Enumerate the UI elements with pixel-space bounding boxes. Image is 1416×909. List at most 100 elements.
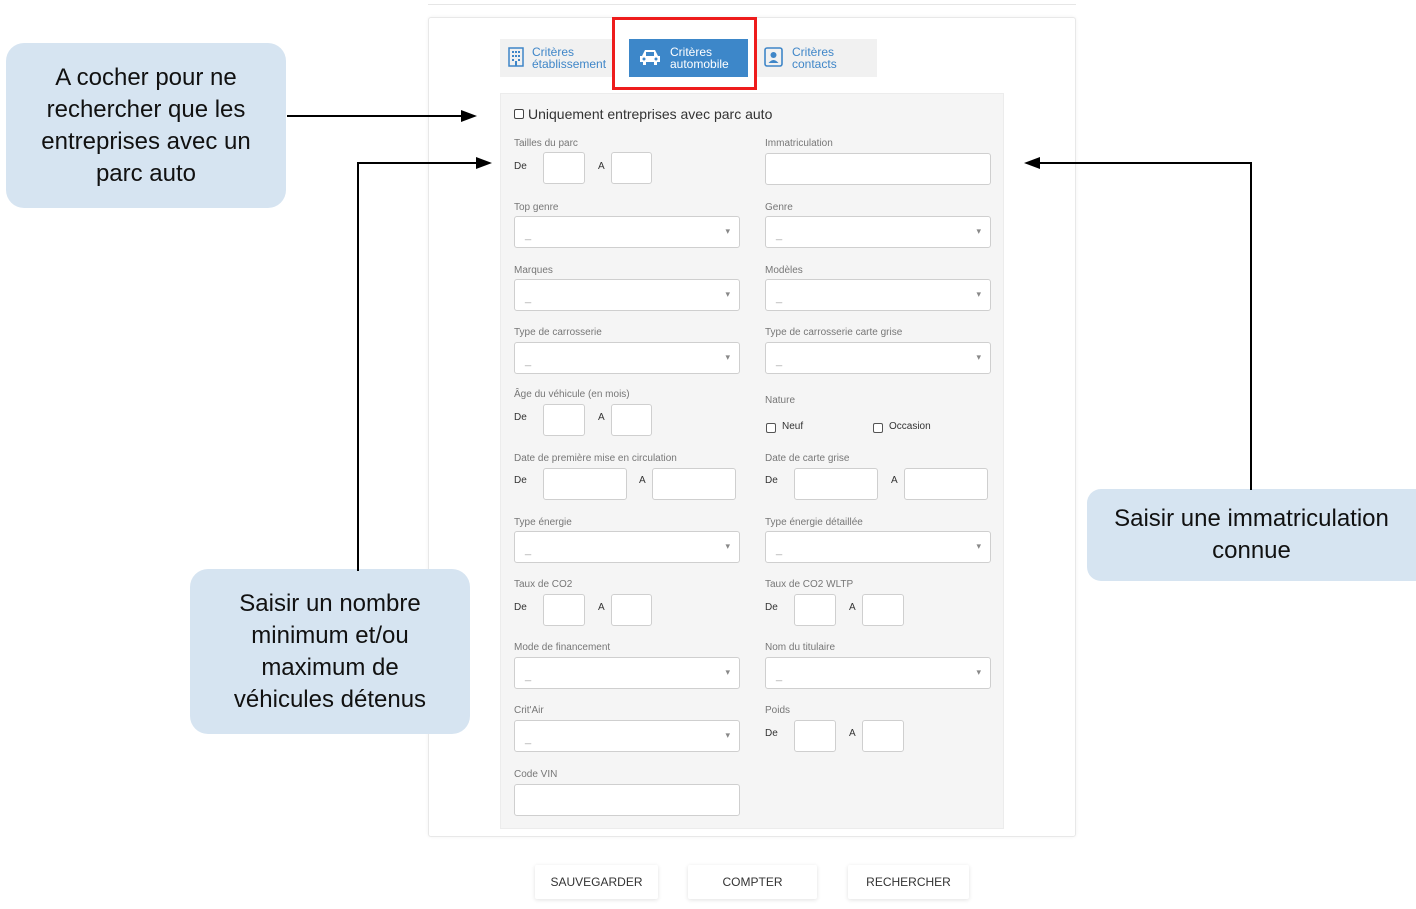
nature-new-label: Neuf <box>782 421 804 432</box>
body-type-select[interactable]: _ ▾ <box>514 342 740 374</box>
critair-label: Crit'Air <box>514 705 544 716</box>
tab-label-line2: contacts <box>792 57 837 71</box>
arrow-line <box>1040 162 1252 164</box>
chevron-down-icon: ▾ <box>725 541 730 551</box>
nature-new-checkbox[interactable] <box>766 423 776 433</box>
building-icon <box>508 47 524 69</box>
fleet-size-label: Tailles du parc <box>514 138 578 149</box>
chevron-down-icon: ▾ <box>976 541 981 551</box>
weight-label: Poids <box>765 705 791 716</box>
arrow-line <box>1250 162 1252 490</box>
vin-input[interactable] <box>514 784 740 816</box>
energy-type-detailed-select[interactable]: _ ▾ <box>765 531 991 563</box>
arrow-line <box>357 162 359 571</box>
select-value: _ <box>525 292 532 304</box>
select-value: _ <box>525 670 532 682</box>
select-value: _ <box>525 229 532 241</box>
range-from-label: De <box>514 602 527 613</box>
search-button[interactable]: RECHERCHER <box>848 865 969 899</box>
contact-card-icon <box>764 47 784 69</box>
chevron-down-icon: ▾ <box>976 226 981 236</box>
brands-label: Marques <box>514 265 553 276</box>
select-value: _ <box>525 355 532 367</box>
arrow-line <box>287 115 462 117</box>
co2-wltp-label: Taux de CO2 WLTP <box>765 579 854 590</box>
nature-label: Nature <box>765 395 796 406</box>
co2-wltp-max-input[interactable] <box>862 594 904 626</box>
only-with-fleet-checkbox[interactable] <box>514 109 524 119</box>
fleet-size-max-input[interactable] <box>611 152 652 184</box>
tab-contacts-criteria[interactable]: Critères contacts <box>756 39 877 77</box>
chevron-down-icon: ▾ <box>976 289 981 299</box>
energy-type-detailed-label: Type énergie détaillée <box>765 517 863 528</box>
registration-note-callout: Saisir une immatriculation connue <box>1087 489 1416 581</box>
nature-used-label: Occasion <box>889 421 931 432</box>
only-with-fleet-label: Uniquement entreprises avec parc auto <box>528 106 773 122</box>
weight-min-input[interactable] <box>794 720 836 752</box>
range-to-label: A <box>849 602 856 613</box>
registration-card-date-label: Date de carte grise <box>765 453 850 464</box>
tab-label-line2: établissement <box>532 57 607 71</box>
registration-label: Immatriculation <box>765 138 833 149</box>
body-type-registration-label: Type de carrosserie carte grise <box>765 327 903 338</box>
holder-name-label: Nom du titulaire <box>765 642 836 653</box>
range-from-label: De <box>765 475 778 486</box>
weight-max-input[interactable] <box>862 720 904 752</box>
range-to-label: A <box>639 475 646 486</box>
count-button[interactable]: COMPTER <box>688 865 817 899</box>
registration-card-date-from-input[interactable] <box>794 468 878 500</box>
range-from-label: De <box>765 728 778 739</box>
select-value: _ <box>776 544 783 556</box>
vehicle-age-min-input[interactable] <box>543 404 585 436</box>
top-genre-select[interactable]: _ ▾ <box>514 216 740 248</box>
genre-select[interactable]: _ ▾ <box>765 216 991 248</box>
chevron-down-icon: ▾ <box>976 352 981 362</box>
checkbox-note-callout: A cocher pour ne rechercher que les entr… <box>6 43 286 208</box>
vehicle-age-max-input[interactable] <box>611 404 652 436</box>
chevron-down-icon: ▾ <box>725 289 730 299</box>
active-tab-highlight <box>612 17 757 90</box>
holder-name-select[interactable]: _ ▾ <box>765 657 991 689</box>
models-label: Modèles <box>765 265 803 276</box>
range-from-label: De <box>765 602 778 613</box>
financing-label: Mode de financement <box>514 642 611 653</box>
arrow-head-icon <box>461 110 477 122</box>
chevron-down-icon: ▾ <box>725 226 730 236</box>
energy-type-select[interactable]: _ ▾ <box>514 531 740 563</box>
registration-input[interactable] <box>765 153 991 185</box>
select-value: _ <box>525 733 532 745</box>
chevron-down-icon: ▾ <box>725 730 730 740</box>
registration-card-date-to-input[interactable] <box>904 468 988 500</box>
chevron-down-icon: ▾ <box>976 667 981 677</box>
select-value: _ <box>776 355 783 367</box>
critair-select[interactable]: _ ▾ <box>514 720 740 752</box>
nature-used-checkbox[interactable] <box>873 423 883 433</box>
top-divider <box>428 4 1076 5</box>
body-type-label: Type de carrosserie <box>514 327 602 338</box>
energy-type-label: Type énergie <box>514 517 572 528</box>
brands-select[interactable]: _ ▾ <box>514 279 740 311</box>
models-select[interactable]: _ ▾ <box>765 279 991 311</box>
co2-label: Taux de CO2 <box>514 579 573 590</box>
first-registration-date-label: Date de première mise en circulation <box>514 453 677 464</box>
arrow-head-icon <box>1024 157 1040 169</box>
co2-min-input[interactable] <box>543 594 585 626</box>
vehicle-age-label: Âge du véhicule (en mois) <box>514 389 630 400</box>
range-to-label: A <box>598 412 605 423</box>
co2-wltp-min-input[interactable] <box>794 594 836 626</box>
chevron-down-icon: ▾ <box>725 352 730 362</box>
range-to-label: A <box>598 602 605 613</box>
body-type-registration-select[interactable]: _ ▾ <box>765 342 991 374</box>
financing-select[interactable]: _ ▾ <box>514 657 740 689</box>
co2-max-input[interactable] <box>611 594 652 626</box>
select-value: _ <box>525 544 532 556</box>
save-button[interactable]: SAUVEGARDER <box>535 865 658 899</box>
range-to-label: A <box>891 475 898 486</box>
fleet-note-callout: Saisir un nombre minimum et/ou maximum d… <box>190 569 470 734</box>
fleet-size-min-input[interactable] <box>543 152 585 184</box>
first-registration-date-to-input[interactable] <box>652 468 736 500</box>
first-registration-date-from-input[interactable] <box>543 468 627 500</box>
range-from-label: De <box>514 412 527 423</box>
range-from-label: De <box>514 161 527 172</box>
tab-establishment-criteria[interactable]: Critères établissement <box>500 39 612 77</box>
